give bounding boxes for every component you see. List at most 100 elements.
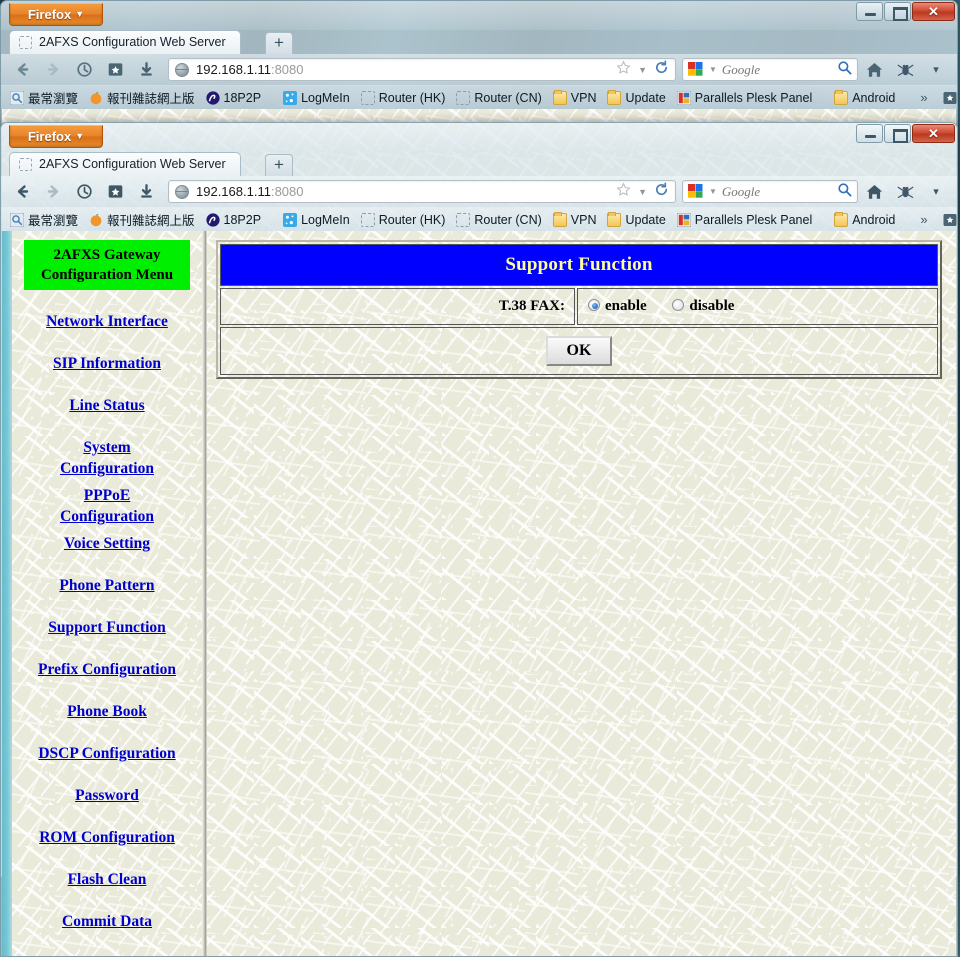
back-arrow-icon[interactable] [7, 57, 37, 83]
addons-icon[interactable] [890, 57, 920, 83]
menu-item-pppoe-configuration-line1[interactable]: PPPoE [12, 485, 202, 506]
minimize-button[interactable] [856, 2, 883, 21]
search-icon[interactable] [837, 60, 852, 80]
addons-icon[interactable] [890, 179, 920, 205]
menu-item-system-configuration-line1[interactable]: System [12, 437, 202, 458]
radio-option-enable[interactable]: enable [588, 298, 650, 314]
ok-button[interactable]: OK [545, 336, 613, 366]
bookmark-update[interactable]: Update [603, 211, 669, 228]
download-arrow-icon[interactable] [131, 179, 161, 205]
search-input[interactable]: ▼ Google [682, 180, 858, 203]
maximize-button[interactable] [884, 2, 911, 21]
bookmark-plesk[interactable]: Parallels Plesk Panel [673, 212, 816, 228]
menu-item-voice-setting[interactable]: Voice Setting [12, 533, 202, 554]
orange-circle-icon [89, 91, 103, 105]
t38-fax-label: T.38 FAX: [220, 288, 575, 325]
browser-window-foreground[interactable]: Firefox ▼ ✕ 2AFXS Configuration Web Serve… [0, 122, 958, 957]
bookmark-update[interactable]: Update [603, 89, 669, 106]
tab-2afxs-config[interactable]: 2AFXS Configuration Web Server [9, 152, 241, 176]
menu-item-commit-data[interactable]: Commit Data [12, 911, 202, 932]
menu-item-flash-clean[interactable]: Flash Clean [12, 869, 202, 890]
history-clock-icon[interactable] [69, 57, 99, 83]
chevron-down-icon[interactable]: ▼ [709, 65, 717, 74]
menu-item-pppoe-configuration-line2[interactable]: Configuration [12, 506, 202, 527]
maximize-button[interactable] [884, 124, 911, 143]
bookmark-router-cn[interactable]: Router (CN) [452, 212, 545, 228]
menu-item-prefix-configuration[interactable]: Prefix Configuration [12, 659, 202, 680]
bookmark-android[interactable]: Android [830, 211, 899, 228]
bookmark-logmein[interactable]: LogMeIn [279, 212, 354, 228]
orange-circle-icon [89, 213, 103, 227]
toolbar-overflow-icon[interactable]: ▾ [921, 179, 951, 205]
firefox-menu-button[interactable]: Firefox ▼ [9, 3, 103, 26]
forward-arrow-icon[interactable] [38, 57, 68, 83]
url-input[interactable]: 192.168.1.11:8080 ▼ [168, 58, 676, 81]
bookmark-android[interactable]: Android [830, 89, 899, 106]
radio-disable-icon[interactable] [672, 299, 685, 311]
bookmark-vpn[interactable]: VPN [549, 211, 601, 228]
bookmark-router-cn[interactable]: Router (CN) [452, 90, 545, 106]
bookmark-magazines[interactable]: 報刊雜誌網上版 [85, 209, 199, 230]
bookmarks-overflow-icon[interactable]: » [916, 212, 931, 227]
window-controls-foreground[interactable]: ✕ [855, 124, 955, 143]
new-tab-button[interactable]: + [265, 32, 293, 54]
bookmark-logmein[interactable]: LogMeIn [279, 90, 354, 106]
bookmark-vpn[interactable]: VPN [549, 89, 601, 106]
bookmarks-menu-button[interactable]: 書籤 [939, 209, 957, 230]
reload-icon[interactable] [654, 60, 669, 80]
most-visited-icon [9, 90, 25, 105]
menu-item-support-function[interactable]: Support Function [12, 617, 202, 638]
window-controls-background[interactable]: ✕ [855, 2, 955, 21]
table-row-header: Support Function [220, 244, 938, 286]
download-arrow-icon[interactable] [131, 57, 161, 83]
back-arrow-icon[interactable] [7, 179, 37, 205]
bookmarks-overflow-icon[interactable]: » [916, 90, 931, 105]
minimize-button[interactable] [856, 124, 883, 143]
chevron-down-icon[interactable]: ▼ [709, 187, 717, 196]
menu-item-rom-configuration[interactable]: ROM Configuration [12, 827, 202, 848]
bookmark-star-icon [943, 213, 957, 227]
toolbar-overflow-icon[interactable]: ▾ [921, 57, 951, 83]
menu-item-dscp-configuration[interactable]: DSCP Configuration [12, 743, 202, 764]
search-icon[interactable] [837, 182, 852, 202]
close-button[interactable]: ✕ [912, 124, 955, 143]
bookmark-star-icon[interactable] [100, 179, 130, 205]
new-tab-button[interactable]: + [265, 154, 293, 176]
home-icon[interactable] [859, 57, 889, 83]
menu-item-line-status[interactable]: Line Status [12, 395, 202, 416]
bookmark-label: Android [852, 90, 896, 105]
bookmarks-menu-button[interactable]: 書籤 [939, 87, 957, 108]
bookmark-magazines[interactable]: 報刊雜誌網上版 [85, 87, 199, 108]
menu-item-sip-information[interactable]: SIP Information [12, 353, 202, 374]
chevron-down-icon[interactable]: ▼ [638, 65, 647, 75]
bookmark-most-visited[interactable]: 最常瀏覽 [6, 87, 82, 108]
menu-item-phone-book[interactable]: Phone Book [12, 701, 202, 722]
radio-enable-icon[interactable] [588, 299, 600, 311]
search-input[interactable]: ▼ Google [682, 58, 858, 81]
menu-item-network-interface[interactable]: Network Interface [12, 311, 202, 332]
menu-item-password[interactable]: Password [12, 785, 202, 806]
bookmark-18p2p[interactable]: 18P2P [202, 212, 266, 228]
firefox-menu-button[interactable]: Firefox ▼ [9, 125, 103, 148]
bookmark-router-hk[interactable]: Router (HK) [357, 90, 450, 106]
history-clock-icon[interactable] [69, 179, 99, 205]
t38-fax-options[interactable]: enable disable [577, 288, 938, 325]
bookmark-plesk[interactable]: Parallels Plesk Panel [673, 90, 816, 106]
bookmark-18p2p[interactable]: 18P2P [202, 90, 266, 106]
menu-item-phone-pattern[interactable]: Phone Pattern [12, 575, 202, 596]
bookmark-router-hk[interactable]: Router (HK) [357, 212, 450, 228]
bookmark-star-outline-icon[interactable] [616, 182, 631, 202]
bookmark-star-icon[interactable] [100, 57, 130, 83]
bookmark-star-outline-icon[interactable] [616, 60, 631, 80]
menu-spacer [12, 680, 202, 701]
close-button[interactable]: ✕ [912, 2, 955, 21]
menu-item-system-configuration-line2[interactable]: Configuration [12, 458, 202, 479]
url-input[interactable]: 192.168.1.11:8080 ▼ [168, 180, 676, 203]
forward-arrow-icon[interactable] [38, 179, 68, 205]
reload-icon[interactable] [654, 182, 669, 202]
radio-option-disable[interactable]: disable [672, 298, 734, 314]
bookmark-most-visited[interactable]: 最常瀏覽 [6, 209, 82, 230]
home-icon[interactable] [859, 179, 889, 205]
tab-2afxs-config[interactable]: 2AFXS Configuration Web Server [9, 30, 241, 54]
chevron-down-icon[interactable]: ▼ [638, 187, 647, 197]
